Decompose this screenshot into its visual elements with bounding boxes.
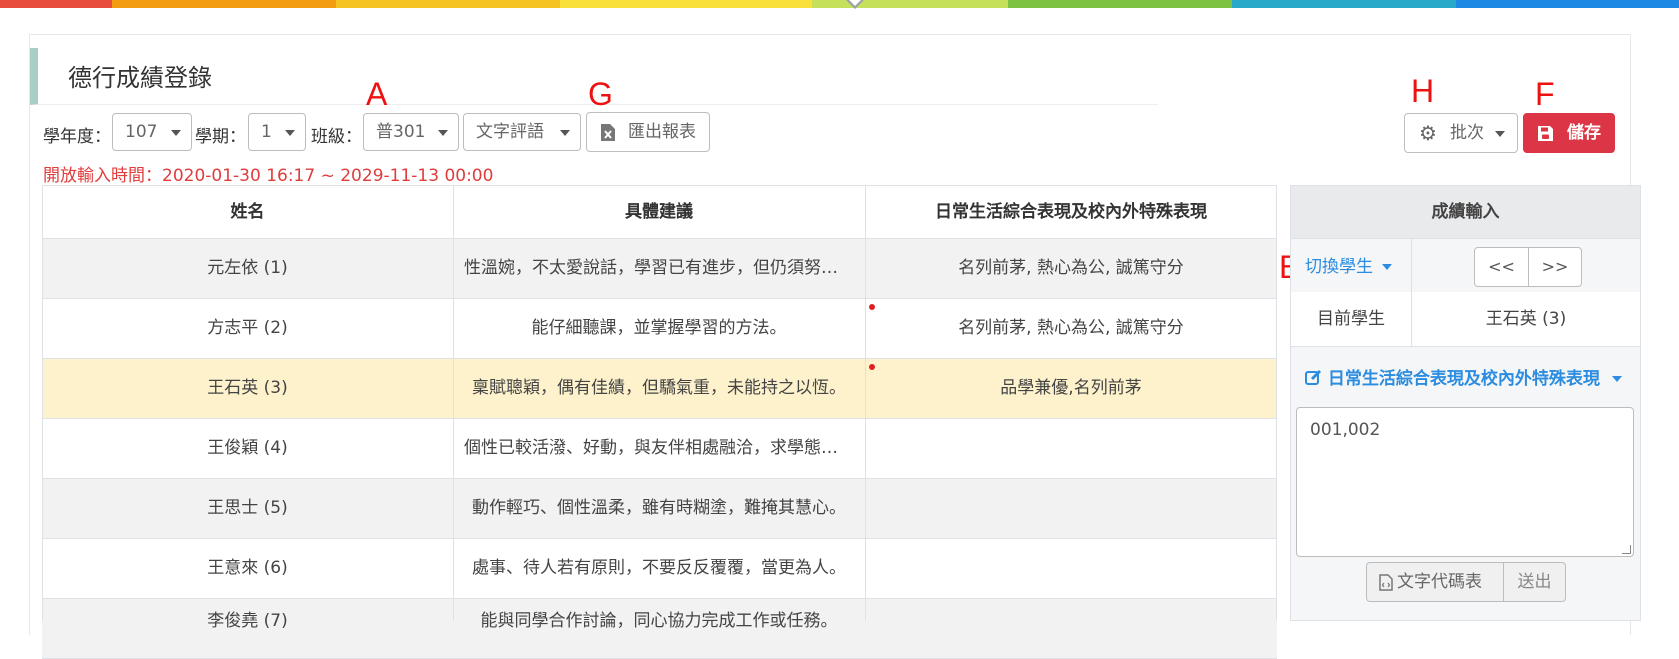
term-label: 學期： bbox=[195, 127, 246, 147]
mode-select[interactable]: 文字評語 bbox=[463, 113, 581, 151]
daily-performance-cell[interactable] bbox=[865, 539, 1277, 598]
submit-button[interactable]: 送出 bbox=[1504, 562, 1566, 602]
table-header: 姓名 具體建議 日常生活綜合表現及校內外特殊表現 bbox=[42, 185, 1277, 240]
current-student-value: 王石英 (3) bbox=[1412, 292, 1640, 346]
table-row[interactable]: 方志平 (2) 能仔細聽課，並掌握學習的方法。 名列前茅, 熱心為公, 誠篤守分 bbox=[42, 299, 1277, 359]
column-divider bbox=[42, 185, 43, 621]
class-select-value: 普301 bbox=[376, 122, 426, 142]
year-label: 學年度： bbox=[43, 127, 111, 147]
caret-down-icon bbox=[1382, 264, 1393, 270]
advice-cell[interactable]: 能仔細聽課，並掌握學習的方法。 bbox=[464, 299, 854, 358]
annotation-f: F bbox=[1535, 76, 1555, 112]
table-row[interactable]: 王思士 (5) 動作輕巧、個性溫柔，雖有時糊塗，難掩其慧心。 bbox=[42, 479, 1277, 539]
student-name-cell: 方志平 (2) bbox=[207, 318, 288, 338]
table-row[interactable]: 王意來 (6) 處事、待人若有原則，不要反反覆覆，當更為人。 bbox=[42, 539, 1277, 599]
next-student-button[interactable]: >> bbox=[1529, 248, 1581, 286]
student-name-cell: 王思士 (5) bbox=[207, 498, 288, 518]
resize-handle-icon[interactable] bbox=[1622, 545, 1631, 554]
code-table-button[interactable]: 文字代碼表 bbox=[1366, 562, 1504, 602]
term-select[interactable]: 1 bbox=[248, 113, 306, 151]
advice-cell[interactable]: 稟賦聰穎，偶有佳績，但驕氣重，未能持之以恆。 bbox=[464, 359, 854, 418]
column-header-advice: 具體建議 bbox=[625, 202, 693, 222]
collapse-caret-icon[interactable] bbox=[846, 0, 864, 9]
section-dropdown[interactable]: 日常生活綜合表現及校內外特殊表現 bbox=[1305, 364, 1622, 389]
score-entry-panel: 成績輸入 切換學生 << >> 目前學生 王石英 (3) 日常生活綜合表現及校內… bbox=[1290, 185, 1641, 621]
export-report-label: 匯出報表 bbox=[628, 122, 696, 142]
chevron-down-icon bbox=[438, 130, 448, 136]
daily-performance-cell[interactable] bbox=[865, 479, 1277, 538]
column-header-name: 姓名 bbox=[230, 202, 265, 222]
advice-cell[interactable]: 性溫婉，不太愛說話，學習已有進步，但仍須努力。 bbox=[464, 239, 854, 298]
student-name-cell: 李俊堯 (7) bbox=[207, 611, 288, 631]
annotation-a: A bbox=[366, 76, 388, 112]
column-divider bbox=[865, 185, 866, 621]
daily-performance-cell[interactable] bbox=[865, 599, 1277, 658]
annotation-h: H bbox=[1411, 73, 1435, 109]
current-student-label: 目前學生 bbox=[1291, 292, 1411, 346]
chevron-down-icon bbox=[171, 130, 181, 136]
table-row-selected[interactable]: 王石英 (3) 稟賦聰穎，偶有佳績，但驕氣重，未能持之以恆。 品學兼優,名列前茅 bbox=[42, 359, 1277, 419]
page-title: 德行成績登錄 bbox=[68, 64, 212, 92]
advice-cell[interactable]: 能與同學合作討論，同心協力完成工作或任務。 bbox=[464, 599, 854, 658]
chevron-down-icon bbox=[285, 130, 295, 136]
class-label: 班級： bbox=[311, 127, 362, 147]
daily-performance-cell[interactable]: 名列前茅, 熱心為公, 誠篤守分 bbox=[865, 299, 1277, 358]
caret-down-icon bbox=[1611, 376, 1622, 382]
year-select[interactable]: 107 bbox=[112, 113, 192, 151]
code-table-label: 文字代碼表 bbox=[1397, 572, 1482, 592]
switch-student-dropdown[interactable]: 切換學生 bbox=[1305, 252, 1393, 277]
year-select-value: 107 bbox=[125, 122, 158, 142]
save-button[interactable]: 儲存 bbox=[1523, 113, 1615, 153]
student-name-cell: 王意來 (6) bbox=[207, 558, 288, 578]
prev-student-button[interactable]: << bbox=[1475, 248, 1529, 286]
floppy-disk-icon bbox=[1538, 126, 1553, 141]
column-divider bbox=[1276, 185, 1277, 621]
edit-icon bbox=[1305, 369, 1322, 385]
save-label: 儲存 bbox=[1567, 123, 1601, 143]
advice-cell[interactable]: 處事、待人若有原則，不要反反覆覆，當更為人。 bbox=[464, 539, 854, 598]
daily-performance-cell[interactable] bbox=[865, 419, 1277, 478]
table-row[interactable]: 王俊穎 (4) 個性已較活潑、好動，與友伴相處融洽，求學態度。 bbox=[42, 419, 1277, 479]
switch-student-label: 切換學生 bbox=[1305, 257, 1373, 277]
chevron-down-icon bbox=[560, 130, 570, 136]
student-name-cell: 王石英 (3) bbox=[207, 378, 288, 398]
top-color-stripe bbox=[0, 0, 1679, 8]
excel-file-icon bbox=[601, 124, 615, 141]
term-select-value: 1 bbox=[261, 122, 272, 142]
table-row[interactable]: 李俊堯 (7) 能與同學合作討論，同心協力完成工作或任務。 bbox=[42, 599, 1277, 659]
mode-select-value: 文字評語 bbox=[476, 122, 544, 142]
student-name-cell: 元左依 (1) bbox=[207, 258, 288, 278]
gear-icon: ⚙ bbox=[1419, 121, 1437, 145]
column-header-daily-performance: 日常生活綜合表現及校內外特殊表現 bbox=[935, 202, 1207, 222]
chevron-down-icon bbox=[1495, 131, 1505, 137]
batch-button[interactable]: ⚙ 批次 bbox=[1404, 113, 1518, 153]
score-input-value: 001,002 bbox=[1310, 420, 1381, 440]
row-divider bbox=[1291, 346, 1640, 347]
class-select[interactable]: 普301 bbox=[363, 113, 459, 151]
advice-cell[interactable]: 動作輕巧、個性溫柔，雖有時糊塗，難掩其慧心。 bbox=[464, 479, 854, 538]
section-label: 日常生活綜合表現及校內外特殊表現 bbox=[1327, 369, 1600, 389]
advice-cell[interactable]: 個性已較活潑、好動，與友伴相處融洽，求學態度。 bbox=[464, 419, 854, 478]
score-entry-header: 成績輸入 bbox=[1291, 186, 1640, 239]
student-nav-group: << >> bbox=[1474, 247, 1582, 287]
table-row[interactable]: 元左依 (1) 性溫婉，不太愛說話，學習已有進步，但仍須努力。 名列前茅, 熱心… bbox=[42, 239, 1277, 299]
daily-performance-cell[interactable]: 名列前茅, 熱心為公, 誠篤守分 bbox=[865, 239, 1277, 298]
annotation-g: G bbox=[588, 76, 613, 112]
open-time-notice: 開放輸入時間：2020-01-30 16:17 ~ 2029-11-13 00:… bbox=[43, 166, 494, 186]
export-report-button[interactable]: 匯出報表 bbox=[586, 112, 710, 152]
modified-marker bbox=[869, 304, 875, 310]
score-input-textarea[interactable]: 001,002 bbox=[1296, 407, 1634, 557]
file-code-icon bbox=[1379, 574, 1393, 591]
batch-label: 批次 bbox=[1450, 123, 1484, 143]
modified-marker bbox=[869, 364, 875, 370]
student-name-cell: 王俊穎 (4) bbox=[207, 438, 288, 458]
column-divider bbox=[453, 185, 454, 621]
daily-performance-cell[interactable]: 品學兼優,名列前茅 bbox=[865, 359, 1277, 418]
